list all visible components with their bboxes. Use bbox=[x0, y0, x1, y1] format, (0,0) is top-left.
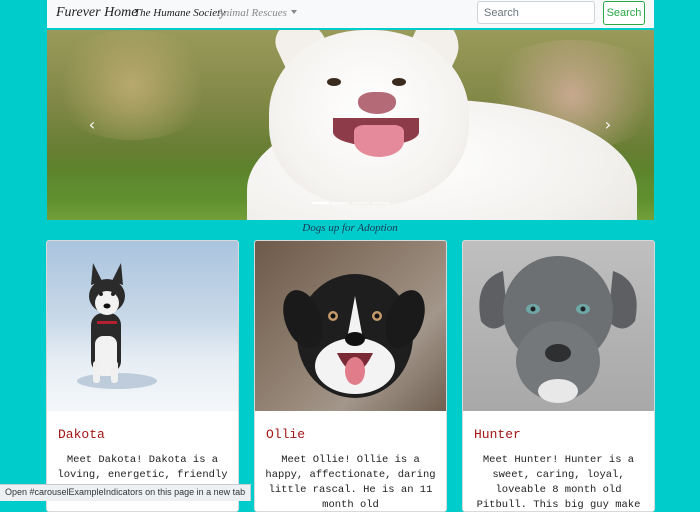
husky-illustration bbox=[77, 263, 157, 389]
carousel: ‹ › bbox=[47, 30, 654, 220]
carousel-prev-icon[interactable]: ‹ bbox=[87, 117, 97, 133]
card-title: Dakota bbox=[58, 427, 105, 442]
collie-illustration bbox=[283, 274, 425, 398]
nav-dropdown-label: Animal Rescues bbox=[217, 7, 287, 19]
carousel-indicator[interactable] bbox=[352, 202, 369, 204]
navbar: Furever Home The Humane Society Animal R… bbox=[47, 0, 654, 28]
dog-card: Ollie Meet Ollie! Ollie is a happy, affe… bbox=[254, 240, 447, 512]
carousel-indicators bbox=[312, 202, 389, 204]
caret-down-icon bbox=[290, 10, 297, 14]
card-title: Ollie bbox=[266, 427, 306, 442]
card-text: Meet Ollie! Ollie is a happy, affectiona… bbox=[265, 454, 436, 511]
card-image-husky bbox=[47, 241, 238, 411]
card-text: Meet Hunter! Hunter is a sweet, caring, … bbox=[476, 454, 641, 511]
search-input[interactable]: Search bbox=[477, 1, 595, 24]
dog-card: Dakota Meet Dakota! Dakota is a loving, … bbox=[46, 240, 239, 512]
dog-card: Hunter Meet Hunter! Hunter is a sweet, c… bbox=[462, 240, 655, 512]
search-button[interactable]: Search bbox=[603, 1, 645, 25]
carousel-dog-nose bbox=[358, 92, 396, 114]
carousel-dog-eye bbox=[327, 78, 341, 86]
carousel-dog-eye bbox=[392, 78, 406, 86]
carousel-next-icon[interactable]: › bbox=[603, 117, 613, 133]
carousel-indicator[interactable] bbox=[312, 202, 329, 204]
card-image-border-collie bbox=[255, 241, 446, 411]
card-title: Hunter bbox=[474, 427, 521, 442]
card-image-pitbull bbox=[463, 241, 654, 411]
pitbull-illustration bbox=[479, 256, 637, 403]
background-bokeh bbox=[47, 30, 217, 140]
carousel-dog-tongue bbox=[354, 125, 404, 157]
browser-status-bar: Open #carouselExampleIndicators on this … bbox=[0, 484, 252, 501]
nav-link-humane-society[interactable]: The Humane Society bbox=[134, 7, 225, 19]
carousel-indicator[interactable] bbox=[332, 202, 349, 204]
carousel-indicator[interactable] bbox=[372, 202, 389, 204]
nav-dropdown-animal-rescues[interactable]: Animal Rescues bbox=[217, 7, 297, 19]
carousel-caption: Dogs up for Adoption bbox=[302, 222, 398, 234]
brand-link[interactable]: Furever Home bbox=[56, 5, 138, 21]
